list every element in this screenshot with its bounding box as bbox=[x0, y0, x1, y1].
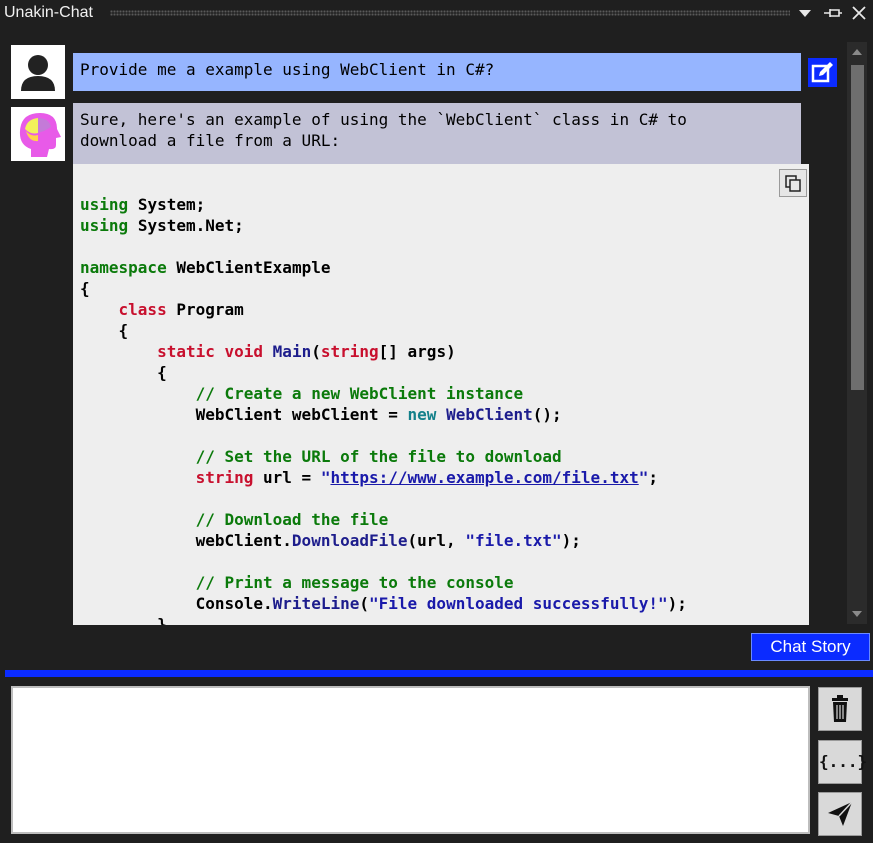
code-url-link[interactable]: https://www.example.com/file.txt bbox=[330, 468, 638, 487]
title-bar: Unakin-Chat bbox=[0, 0, 873, 28]
trash-icon bbox=[832, 695, 848, 722]
copy-button[interactable] bbox=[779, 169, 807, 197]
edit-button[interactable] bbox=[808, 58, 837, 87]
edit-icon bbox=[811, 62, 833, 83]
scrollbar-thumb[interactable] bbox=[851, 65, 864, 390]
insert-code-button[interactable]: {...} bbox=[818, 740, 868, 784]
copy-icon bbox=[785, 175, 801, 192]
user-message: Provide me a example using WebClient in … bbox=[73, 53, 801, 91]
assistant-message: Sure, here's an example of using the `We… bbox=[73, 103, 801, 164]
user-message-text: Provide me a example using WebClient in … bbox=[80, 60, 495, 79]
chat-input[interactable] bbox=[11, 686, 810, 834]
chat-story-button[interactable]: Chat Story bbox=[751, 633, 870, 661]
dropdown-icon[interactable] bbox=[794, 2, 816, 24]
clear-button[interactable] bbox=[818, 687, 862, 731]
drag-grip[interactable] bbox=[110, 10, 790, 16]
scroll-down-icon[interactable] bbox=[847, 604, 867, 624]
user-icon bbox=[21, 55, 55, 91]
assistant-message-line: download a file from a URL: bbox=[80, 131, 341, 150]
send-button[interactable] bbox=[818, 792, 862, 836]
code-block: using System; using System.Net; namespac… bbox=[73, 164, 809, 625]
assistant-message-line: Sure, here's an example of using the `We… bbox=[80, 110, 687, 129]
ai-head-icon bbox=[19, 113, 61, 157]
send-icon bbox=[828, 801, 853, 826]
window-title: Unakin-Chat bbox=[4, 4, 93, 21]
user-avatar bbox=[11, 45, 65, 99]
assistant-avatar bbox=[11, 107, 65, 161]
divider bbox=[5, 670, 873, 677]
close-icon[interactable] bbox=[848, 2, 870, 24]
code-braces-icon: {...} bbox=[819, 752, 868, 771]
code-text: using System; using System.Net; namespac… bbox=[80, 195, 687, 625]
pin-icon[interactable] bbox=[822, 2, 844, 24]
scroll-up-icon[interactable] bbox=[847, 42, 867, 62]
